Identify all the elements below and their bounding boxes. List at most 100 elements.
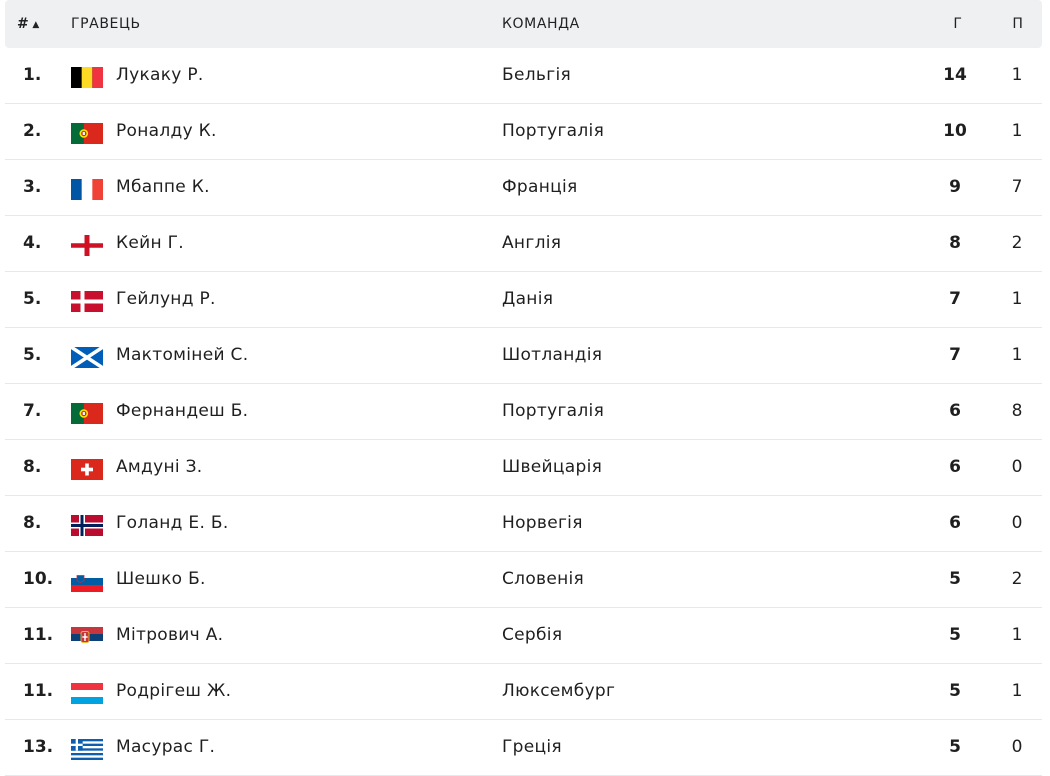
assists-cell: 1	[1011, 65, 1023, 85]
player-header: ГРАВЕЦЬ	[71, 16, 141, 32]
assists-cell: 0	[1011, 457, 1023, 477]
team-name[interactable]: Словенія	[502, 552, 584, 607]
rank-cell: 13.	[23, 737, 54, 757]
player-name[interactable]: Голанд Е. Б.	[116, 496, 229, 551]
team-name[interactable]: Данія	[502, 272, 553, 327]
table-row[interactable]: 8. Амдуні З. Швейцарія 6 0	[5, 440, 1042, 496]
player-name[interactable]: Амдуні З.	[116, 440, 203, 495]
assists-cell: 1	[1011, 121, 1023, 141]
player-name[interactable]: Шешко Б.	[116, 552, 206, 607]
goals-cell: 5	[949, 625, 961, 645]
player-name[interactable]: Роналду К.	[116, 104, 217, 159]
england-flag-icon	[71, 235, 103, 256]
player-name[interactable]: Родрігеш Ж.	[116, 664, 231, 719]
player-name[interactable]: Масурас Г.	[116, 720, 215, 775]
table-row[interactable]: 1. Лукаку Р. Бельгія 14 1	[5, 48, 1042, 104]
rank-cell: 4.	[23, 233, 42, 253]
player-name[interactable]: Гейлунд Р.	[116, 272, 216, 327]
table-row[interactable]: 2. Роналду К. Португалія 10 1	[5, 104, 1042, 160]
table-row[interactable]: 3. Мбаппе К. Франція 9 7	[5, 160, 1042, 216]
player-name[interactable]: Лукаку Р.	[116, 48, 204, 103]
rank-cell: 2.	[23, 121, 42, 141]
team-header: КОМАНДА	[502, 16, 580, 32]
team-name[interactable]: Англія	[502, 216, 561, 271]
rank-cell: 8.	[23, 457, 42, 477]
team-name[interactable]: Сербія	[502, 608, 562, 663]
table-row[interactable]: 4. Кейн Г. Англія 8 2	[5, 216, 1042, 272]
goals-cell: 5	[949, 569, 961, 589]
team-name[interactable]: Швейцарія	[502, 440, 602, 495]
rank-cell: 11.	[23, 681, 54, 701]
norway-flag-icon	[71, 515, 103, 536]
player-name[interactable]: Мітрович А.	[116, 608, 223, 663]
assists-cell: 1	[1011, 345, 1023, 365]
team-name[interactable]: Норвегія	[502, 496, 583, 551]
assists-cell: 0	[1011, 513, 1023, 533]
goals-cell: 9	[949, 177, 961, 197]
assists-cell: 0	[1011, 737, 1023, 757]
portugal-flag-icon	[71, 123, 103, 144]
goals-cell: 8	[949, 233, 961, 253]
goals-cell: 10	[943, 121, 967, 141]
rank-cell: 7.	[23, 401, 42, 421]
table-row[interactable]: 5. Мактоміней С. Шотландія 7 1	[5, 328, 1042, 384]
goals-cell: 6	[949, 401, 961, 421]
rank-cell: 5.	[23, 289, 42, 309]
assists-cell: 7	[1011, 177, 1023, 197]
team-name[interactable]: Франція	[502, 160, 578, 215]
goals-cell: 5	[949, 681, 961, 701]
france-flag-icon	[71, 179, 103, 200]
rank-cell: 10.	[23, 569, 54, 589]
sort-by-rank-header[interactable]: # ▲	[17, 0, 40, 48]
table-row[interactable]: 11. Родрігеш Ж. Люксембург 5 1	[5, 664, 1042, 720]
table-row[interactable]: 10. Шешко Б. Словенія 5 2	[5, 552, 1042, 608]
greece-flag-icon	[71, 739, 103, 760]
table-header: # ▲ ГРАВЕЦЬ КОМАНДА Г П	[5, 0, 1042, 48]
slovenia-flag-icon	[71, 571, 103, 592]
rank-header-label: #	[17, 16, 30, 32]
rank-cell: 3.	[23, 177, 42, 197]
team-name[interactable]: Португалія	[502, 104, 604, 159]
table-body: 1. Лукаку Р. Бельгія 14 1 2. Роналду К. Португа…	[0, 48, 1050, 776]
player-name[interactable]: Фернандеш Б.	[116, 384, 248, 439]
serbia-flag-icon	[71, 627, 103, 648]
player-name[interactable]: Мбаппе К.	[116, 160, 210, 215]
rank-cell: 5.	[23, 345, 42, 365]
assists-cell: 2	[1011, 233, 1023, 253]
goals-header[interactable]: Г	[951, 0, 965, 48]
team-name[interactable]: Шотландія	[502, 328, 602, 383]
player-name[interactable]: Мактоміней С.	[116, 328, 248, 383]
sort-ascending-icon: ▲	[32, 20, 40, 30]
rank-cell: 1.	[23, 65, 42, 85]
assists-cell: 1	[1011, 289, 1023, 309]
table-row[interactable]: 5. Гейлунд Р. Данія 7 1	[5, 272, 1042, 328]
top-scorers-table: # ▲ ГРАВЕЦЬ КОМАНДА Г П 1. Лукаку Р. Бельгі…	[0, 0, 1050, 776]
team-name[interactable]: Португалія	[502, 384, 604, 439]
table-row[interactable]: 13. Масурас Г. Греція 5 0	[5, 720, 1042, 776]
player-name[interactable]: Кейн Г.	[116, 216, 184, 271]
assists-cell: 1	[1011, 681, 1023, 701]
team-name[interactable]: Греція	[502, 720, 562, 775]
table-row[interactable]: 7. Фернандеш Б. Португалія 6 8	[5, 384, 1042, 440]
team-name[interactable]: Бельгія	[502, 48, 571, 103]
luxembourg-flag-icon	[71, 683, 103, 704]
assists-cell: 8	[1011, 401, 1023, 421]
table-row[interactable]: 11. Мітрович А. Сербія 5 1	[5, 608, 1042, 664]
goals-cell: 14	[943, 65, 967, 85]
goals-cell: 7	[949, 289, 961, 309]
switzerland-flag-icon	[71, 459, 103, 480]
goals-cell: 7	[949, 345, 961, 365]
goals-cell: 5	[949, 737, 961, 757]
team-name[interactable]: Люксембург	[502, 664, 615, 719]
denmark-flag-icon	[71, 291, 103, 312]
table-row[interactable]: 8. Голанд Е. Б. Норвегія 6 0	[5, 496, 1042, 552]
assists-cell: 2	[1011, 569, 1023, 589]
goals-cell: 6	[949, 457, 961, 477]
assists-cell: 1	[1011, 625, 1023, 645]
portugal-flag-icon	[71, 403, 103, 424]
rank-cell: 8.	[23, 513, 42, 533]
assists-header[interactable]: П	[1011, 0, 1025, 48]
goals-cell: 6	[949, 513, 961, 533]
scotland-flag-icon	[71, 347, 103, 368]
belgium-flag-icon	[71, 67, 103, 88]
